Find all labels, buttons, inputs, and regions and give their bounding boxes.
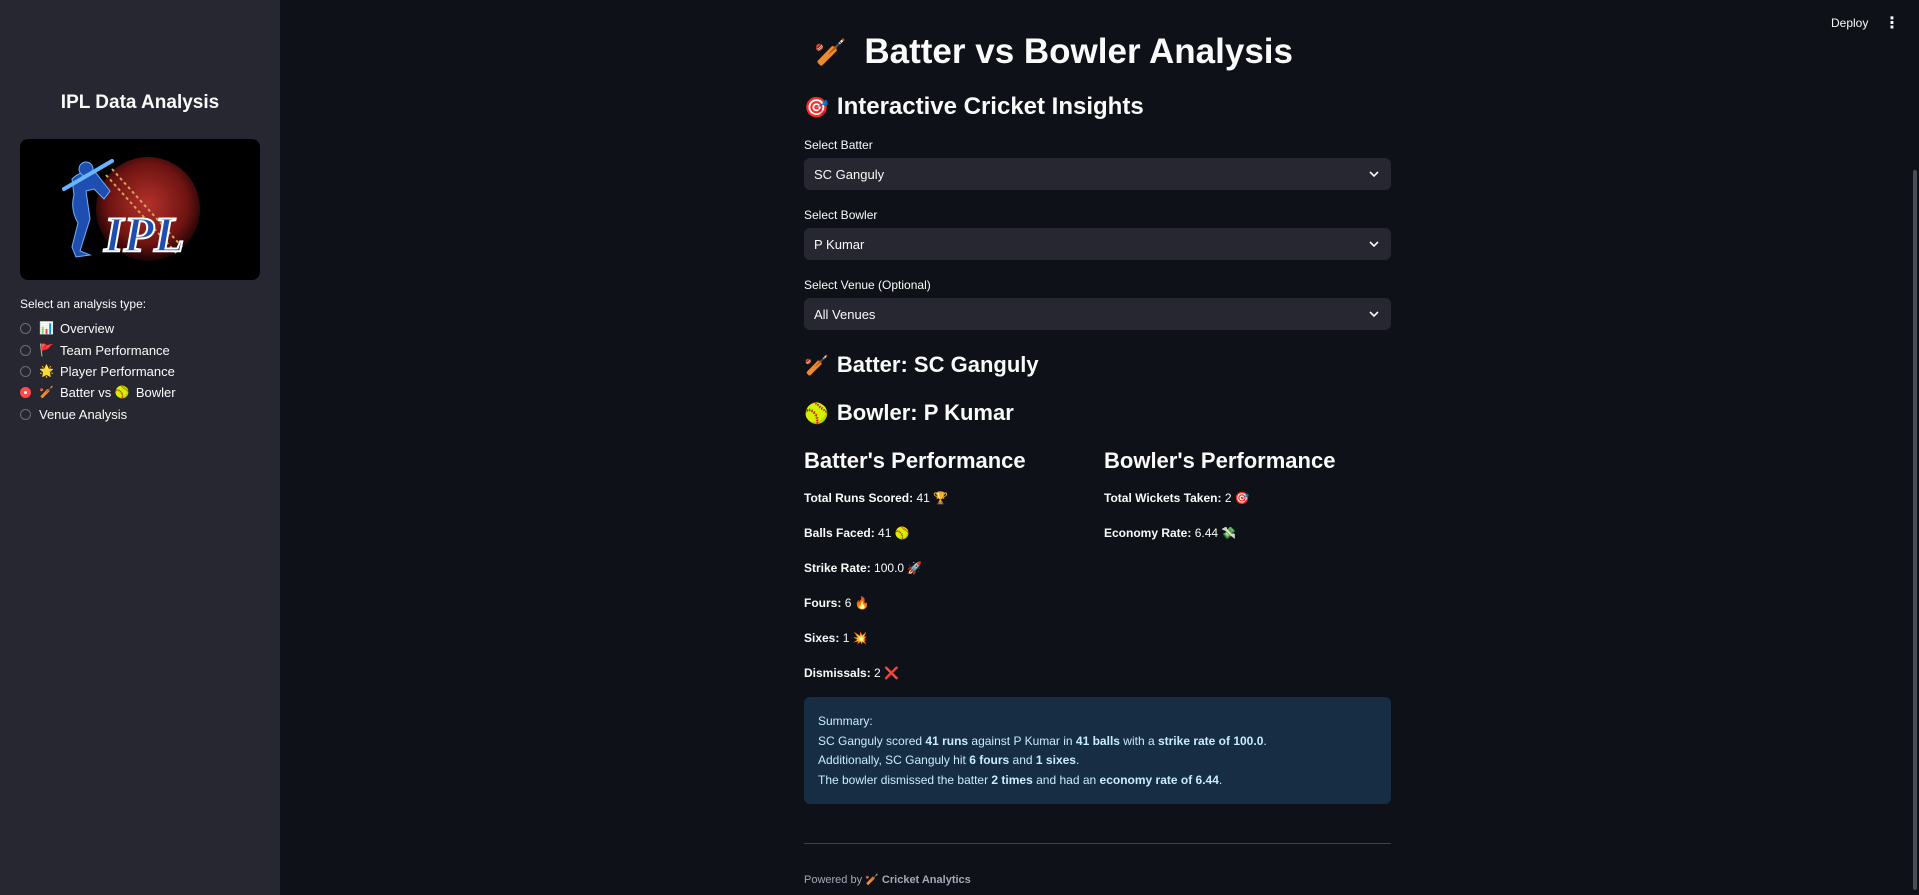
page-title: 🏏 Batter vs Bowler Analysis — [814, 32, 1293, 72]
bowler-performance-heading: Bowler's Performance — [1104, 448, 1336, 473]
chevron-down-icon — [1369, 171, 1379, 178]
divider — [804, 843, 1391, 844]
stat-value: 6.44 — [1194, 526, 1219, 540]
radio-option-venue-analysis[interactable]: Venue Analysis — [20, 404, 127, 424]
summary-line-1: SC Ganguly scored 41 runs against P Kuma… — [818, 733, 1267, 748]
trophy-icon: 🏆 — [933, 491, 949, 505]
ball-icon: 🥎 — [804, 402, 829, 425]
chevron-down-icon — [1369, 311, 1379, 318]
stat-label: Fours: — [804, 596, 842, 610]
radio-option-label: Venue Analysis — [39, 406, 128, 422]
bar-chart-icon: 📊 — [39, 321, 54, 335]
chevron-down-icon — [1369, 241, 1379, 248]
stat-label: Sixes: — [804, 631, 840, 645]
stat-label: Dismissals: — [804, 666, 871, 680]
cricket-bat-icon: 🏏 — [814, 36, 847, 67]
stat-wickets: Total Wickets Taken: 2 🎯 — [1104, 491, 1250, 505]
target-icon: 🎯 — [1234, 491, 1250, 505]
footer: Powered by 🏏 Cricket Analytics — [804, 873, 971, 886]
radio-option-label: Player Performance — [59, 363, 175, 379]
stat-label: Strike Rate: — [804, 561, 871, 575]
ball-icon: 🥎 — [114, 385, 130, 399]
money-icon: 💸 — [1221, 526, 1237, 540]
footer-brand: Cricket Analytics — [881, 874, 971, 886]
stat-dismissals: Dismissals: 2 ❌ — [804, 666, 899, 680]
radio-button[interactable] — [20, 344, 31, 356]
stat-total-runs: Total Runs Scored: 41 🏆 — [804, 491, 948, 505]
batter-select-value: SC Ganguly — [814, 166, 885, 182]
bowler-select-value: P Kumar — [814, 236, 865, 252]
venue-select-label: Select Venue (Optional) — [804, 278, 931, 292]
ball-icon: 🥎 — [894, 526, 910, 540]
app-title: IPL Data Analysis — [60, 92, 220, 113]
stat-label: Total Wickets Taken: — [1104, 491, 1222, 505]
scrollbar[interactable] — [1913, 170, 1917, 890]
stat-economy: Economy Rate: 6.44 💸 — [1104, 526, 1236, 540]
radio-option-team-performance[interactable]: 🚩 Team Performance — [20, 340, 170, 360]
deploy-button[interactable]: Deploy — [1831, 16, 1868, 30]
bowler-heading-text: Bowler: P Kumar — [836, 400, 1014, 425]
radio-option-overview[interactable]: 📊 Overview — [20, 318, 114, 338]
summary-title: Summary: — [818, 714, 873, 728]
radio-option-label: Team Performance — [59, 342, 170, 358]
stat-value: 2 — [874, 666, 881, 680]
radio-option-label: Overview — [59, 320, 115, 336]
summary-line-2: Additionally, SC Ganguly hit 6 fours and… — [818, 753, 1080, 767]
venue-select-value: All Venues — [814, 306, 876, 322]
bowler-select-label: Select Bowler — [804, 208, 878, 222]
stat-label: Total Runs Scored: — [804, 491, 914, 505]
ipl-logo: IPL — [20, 139, 260, 280]
stat-sixes: Sixes: 1 💥 — [804, 631, 868, 645]
stat-balls-faced: Balls Faced: 41 🥎 — [804, 526, 910, 540]
fire-icon: 🔥 — [854, 596, 870, 610]
sidebar: IPL Data Analysis IPL Select an analysis… — [0, 0, 280, 895]
stat-value: 100.0 — [874, 561, 905, 575]
radio-button[interactable] — [20, 408, 31, 420]
bowler-heading: 🥎 Bowler: P Kumar — [804, 400, 1014, 426]
radio-button-selected[interactable] — [20, 386, 31, 398]
rocket-icon: 🚀 — [907, 561, 923, 575]
page-subtitle-text: Interactive Cricket Insights — [836, 93, 1144, 120]
stat-label: Economy Rate: — [1104, 526, 1192, 540]
batter-heading: 🏏 Batter: SC Ganguly — [804, 352, 1039, 378]
cross-icon: ❌ — [884, 666, 900, 680]
bowler-select[interactable]: P Kumar — [804, 228, 1391, 260]
page-title-text: Batter vs Bowler Analysis — [864, 32, 1293, 71]
batter-select[interactable]: SC Ganguly — [804, 158, 1391, 190]
radio-button[interactable] — [20, 365, 31, 377]
stat-strike-rate: Strike Rate: 100.0 🚀 — [804, 561, 922, 575]
footer-prefix: Powered by — [804, 874, 866, 886]
stat-fours: Fours: 6 🔥 — [804, 596, 870, 610]
batter-performance-heading: Batter's Performance — [804, 448, 1026, 473]
flag-icon: 🚩 — [39, 343, 54, 357]
radio-option-player-performance[interactable]: 🌟 Player Performance — [20, 361, 175, 381]
stat-value: 6 — [844, 596, 852, 610]
target-icon: 🎯 — [804, 96, 829, 119]
cricket-bat-icon: 🏏 — [804, 354, 829, 377]
cricket-bat-icon: 🏏 — [39, 385, 54, 399]
svg-text:IPL: IPL — [103, 206, 185, 262]
main-menu-icon[interactable]: ⋮ — [1884, 13, 1900, 33]
summary-box: Summary: SC Ganguly scored 41 runs again… — [804, 697, 1391, 804]
analysis-type-label: Select an analysis type: — [20, 297, 147, 311]
cricket-bat-icon: 🏏 — [865, 874, 879, 886]
stat-value: 2 — [1224, 491, 1232, 505]
radio-button[interactable] — [20, 322, 31, 334]
ipl-logo-text: IPL — [102, 205, 186, 263]
stat-value: 41 — [916, 491, 930, 505]
star-icon: 🌟 — [39, 364, 54, 378]
radio-option-label: Batter vs — [59, 384, 115, 400]
summary-line-3: The bowler dismissed the batter 2 times … — [818, 772, 1223, 787]
page-subtitle: 🎯 Interactive Cricket Insights — [804, 93, 1144, 121]
explosion-icon: 💥 — [852, 631, 868, 645]
stat-value: 41 — [878, 526, 892, 540]
stat-value: 1 — [842, 631, 850, 645]
radio-option-batter-vs-bowler[interactable]: 🏏 Batter vs 🥎 Bowler — [20, 382, 176, 402]
venue-select[interactable]: All Venues — [804, 298, 1391, 330]
batter-heading-text: Batter: SC Ganguly — [836, 352, 1039, 377]
radio-option-label-suffix: Bowler — [135, 384, 176, 400]
batter-select-label: Select Batter — [804, 138, 873, 152]
stat-label: Balls Faced: — [804, 526, 875, 540]
